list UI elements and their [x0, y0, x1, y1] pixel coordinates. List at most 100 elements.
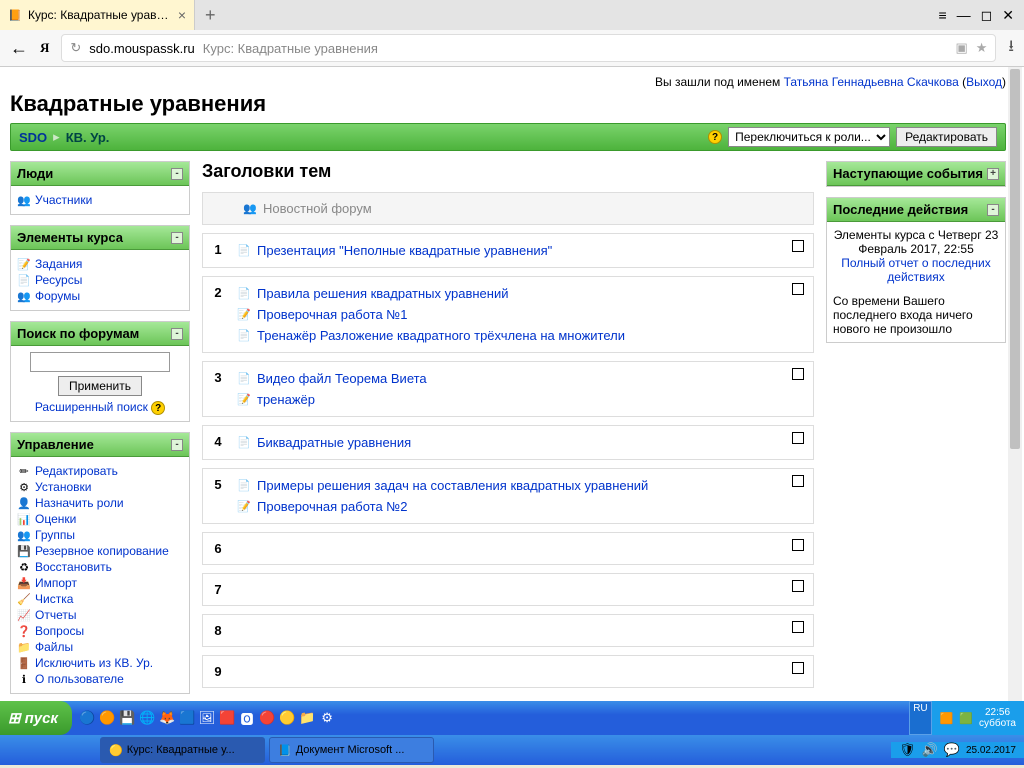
activity-link[interactable]: тренажёр: [257, 392, 315, 407]
edit-button[interactable]: Редактировать: [896, 127, 997, 147]
activity-link[interactable]: Проверочная работа №1: [257, 307, 407, 322]
admin-link[interactable]: Редактировать: [35, 464, 118, 478]
ql-icon[interactable]: 🦊: [158, 709, 176, 727]
activity-icon: 📄: [237, 372, 251, 386]
page-scrollbar[interactable]: [1008, 67, 1022, 701]
admin-link[interactable]: Оценки: [35, 512, 76, 526]
reload-icon[interactable]: ↻: [70, 40, 81, 56]
collapse-icon[interactable]: -: [171, 328, 183, 340]
tab-bar: 📙 Курс: Квадратные уравн... × + ≡ — ◻ ✕: [0, 0, 1024, 30]
admin-icon: ℹ: [17, 672, 31, 686]
forum-search-input[interactable]: [30, 352, 170, 372]
ql-icon[interactable]: 🖼: [198, 709, 216, 727]
new-tab-button[interactable]: +: [195, 5, 226, 26]
topic-toggle-checkbox[interactable]: [792, 662, 804, 674]
elements-link[interactable]: Ресурсы: [35, 273, 82, 287]
admin-link[interactable]: Восстановить: [35, 560, 112, 574]
tray-icon[interactable]: 🔊: [922, 742, 938, 758]
ql-icon[interactable]: 🟥: [218, 709, 236, 727]
admin-link[interactable]: Установки: [35, 480, 91, 494]
ql-icon[interactable]: 📁: [298, 709, 316, 727]
topic-toggle-checkbox[interactable]: [792, 432, 804, 444]
forum-icon: 👥: [17, 289, 31, 303]
ql-icon[interactable]: 🟡: [278, 709, 296, 727]
admin-link[interactable]: Исключить из КВ. Ур.: [35, 656, 153, 670]
topic-toggle-checkbox[interactable]: [792, 580, 804, 592]
topic-number: 4: [203, 426, 233, 459]
search-submit-button[interactable]: Применить: [58, 376, 142, 396]
start-button[interactable]: ⊞ пуск: [0, 701, 72, 735]
tray-icon[interactable]: 💬: [944, 742, 960, 758]
close-icon[interactable]: ✕: [1002, 7, 1014, 24]
expand-icon[interactable]: +: [987, 168, 999, 180]
elements-link[interactable]: Задания: [35, 257, 82, 271]
role-select[interactable]: Переключиться к роли...: [728, 127, 890, 147]
tray-icon[interactable]: 🛡: [899, 742, 916, 758]
collapse-icon[interactable]: -: [171, 439, 183, 451]
activity-link[interactable]: Биквадратные уравнения: [257, 435, 411, 450]
minimize-icon[interactable]: —: [957, 7, 971, 23]
block-recent-title: Последние действия: [833, 202, 968, 217]
admin-link[interactable]: Группы: [35, 528, 75, 542]
ql-icon[interactable]: 🌐: [138, 709, 156, 727]
topic-toggle-checkbox[interactable]: [792, 539, 804, 551]
ql-icon[interactable]: 🟠: [98, 709, 116, 727]
windows-taskbar-row2: 🟡Курс: Квадратные у... 📘Документ Microso…: [0, 735, 1024, 765]
ql-icon[interactable]: 🟦: [178, 709, 196, 727]
taskbar-item[interactable]: 📘Документ Microsoft ...: [269, 737, 434, 763]
admin-link[interactable]: О пользователе: [35, 672, 124, 686]
admin-link[interactable]: Назначить роли: [35, 496, 124, 510]
language-indicator[interactable]: RU: [909, 701, 931, 735]
topic-toggle-checkbox[interactable]: [792, 283, 804, 295]
topic-toggle-checkbox[interactable]: [792, 368, 804, 380]
recent-report-link[interactable]: Полный отчет о последних действиях: [841, 256, 991, 284]
tab-close-icon[interactable]: ×: [178, 7, 186, 23]
help-icon[interactable]: ?: [151, 401, 165, 415]
tray-icon[interactable]: 🟧: [940, 712, 954, 725]
elements-link[interactable]: Форумы: [35, 289, 80, 303]
menu-icon[interactable]: ≡: [938, 7, 946, 23]
admin-link[interactable]: Отчеты: [35, 608, 76, 622]
admin-link[interactable]: Резервное копирование: [35, 544, 169, 558]
user-link[interactable]: Татьяна Геннадьевна Скачкова: [784, 75, 959, 89]
activity-link[interactable]: Видео файл Теорема Виета: [257, 371, 427, 386]
browser-tab[interactable]: 📙 Курс: Квадратные уравн... ×: [0, 0, 195, 30]
ql-icon[interactable]: 🅾: [238, 709, 256, 727]
shield-icon[interactable]: ▣: [955, 40, 967, 56]
admin-link[interactable]: Вопросы: [35, 624, 84, 638]
ql-icon[interactable]: 💾: [118, 709, 136, 727]
recent-nothing: Со времени Вашего последнего входа ничег…: [833, 294, 999, 336]
news-forum-link[interactable]: Новостной форум: [263, 201, 372, 216]
downloads-icon[interactable]: ⭳: [1008, 35, 1014, 62]
topic-toggle-checkbox[interactable]: [792, 240, 804, 252]
advanced-search-link[interactable]: Расширенный поиск: [35, 400, 148, 414]
breadcrumb-root[interactable]: SDO: [19, 130, 47, 145]
activity-link[interactable]: Презентация "Неполные квадратные уравнен…: [257, 243, 552, 258]
logout-link[interactable]: Выход: [966, 75, 1002, 89]
tray-icon[interactable]: 🟩: [959, 712, 973, 725]
maximize-icon[interactable]: ◻: [981, 7, 993, 24]
collapse-icon[interactable]: -: [987, 204, 999, 216]
activity-link[interactable]: Примеры решения задач на составления ква…: [257, 478, 648, 493]
activity-link[interactable]: Правила решения квадратных уравнений: [257, 286, 508, 301]
help-icon[interactable]: ?: [708, 130, 722, 144]
admin-link[interactable]: Чистка: [35, 592, 73, 606]
collapse-icon[interactable]: -: [171, 232, 183, 244]
participants-link[interactable]: Участники: [35, 193, 92, 207]
collapse-icon[interactable]: -: [171, 168, 183, 180]
topic-toggle-checkbox[interactable]: [792, 621, 804, 633]
taskbar-item[interactable]: 🟡Курс: Квадратные у...: [100, 737, 265, 763]
admin-link[interactable]: Файлы: [35, 640, 73, 654]
windows-logo-icon: ⊞: [8, 709, 21, 727]
activity-link[interactable]: Проверочная работа №2: [257, 499, 407, 514]
back-button[interactable]: ←: [10, 38, 28, 59]
topic-toggle-checkbox[interactable]: [792, 475, 804, 487]
ql-icon[interactable]: 🔵: [78, 709, 96, 727]
ql-icon[interactable]: ⚙: [318, 709, 336, 727]
star-icon[interactable]: ★: [976, 40, 988, 56]
yandex-logo[interactable]: Я: [40, 40, 49, 56]
ql-icon[interactable]: 🔴: [258, 709, 276, 727]
admin-link[interactable]: Импорт: [35, 576, 77, 590]
url-input[interactable]: ↻ sdo.mouspassk.ru Курс: Квадратные урав…: [61, 34, 996, 62]
activity-link[interactable]: Тренажёр Разложение квадратного трёхчлен…: [257, 328, 625, 343]
